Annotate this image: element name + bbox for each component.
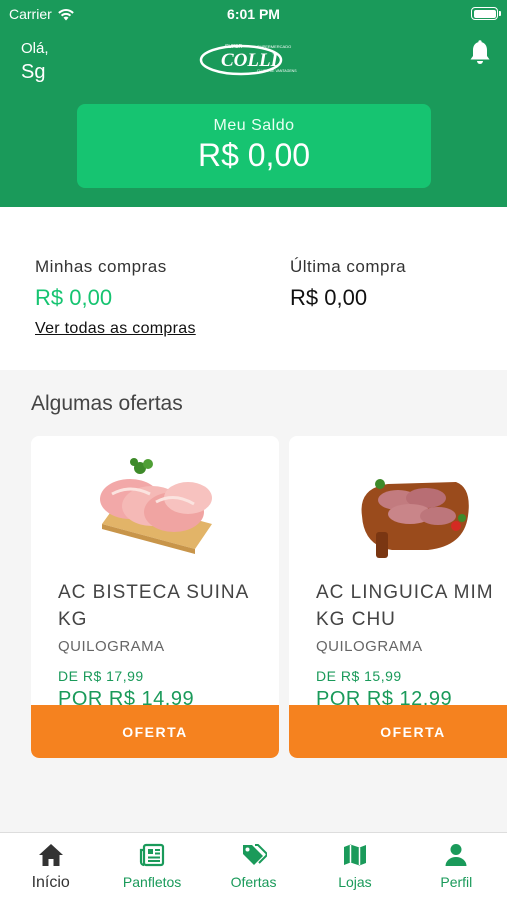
offer-card[interactable]: AC LINGUICA MIM KG CHU QUILOGRAMA DE R$ …	[289, 436, 507, 758]
my-purchases: Minhas compras R$ 0,00	[35, 257, 167, 311]
product-name: AC LINGUICA MIM KG CHU	[316, 582, 494, 630]
product-unit: QUILOGRAMA	[316, 638, 423, 655]
offer-card[interactable]: AC BISTECA SUINA KG QUILOGRAMA DE R$ 17,…	[31, 436, 279, 758]
tab-label: Panfletos	[122, 874, 182, 890]
offer-button[interactable]: OFERTA	[289, 705, 507, 758]
tab-perfil[interactable]: Perfil	[406, 833, 507, 900]
clock: 6:01 PM	[227, 6, 280, 22]
balance-value: R$ 0,00	[197, 137, 311, 173]
sausage-image	[361, 479, 469, 558]
product-unit: QUILOGRAMA	[58, 638, 165, 655]
greeting-text: Olá,	[21, 40, 49, 57]
last-purchase-value: R$ 0,00	[290, 285, 368, 310]
tab-label: Ofertas	[230, 874, 277, 890]
user-icon	[445, 844, 467, 866]
tags-icon	[242, 844, 267, 865]
logo-sub-text: CLUBE DE VANTAGENS	[257, 69, 297, 73]
old-price: DE R$ 17,99	[58, 668, 144, 684]
my-purchases-value: R$ 0,00	[35, 285, 113, 310]
tab-inicio[interactable]: Início	[0, 833, 101, 900]
offer-button[interactable]: OFERTA	[31, 705, 279, 758]
tab-label: Perfil	[440, 874, 473, 890]
old-price: DE R$ 15,99	[316, 668, 402, 684]
map-icon	[343, 844, 366, 866]
last-purchase: Última compra R$ 0,00	[290, 257, 406, 311]
product-name: AC BISTECA SUINA KG	[58, 582, 249, 630]
see-all-purchases-link[interactable]: Ver todas as compras	[35, 320, 196, 338]
notification-bell-icon[interactable]	[468, 40, 492, 66]
last-purchase-label: Última compra	[290, 257, 407, 276]
offers-section: Algumas ofertas AC BISTECA SUINA KG QUIL…	[0, 370, 507, 832]
balance-label: Meu Saldo	[213, 117, 295, 134]
tab-panfletos[interactable]: Panfletos	[101, 833, 202, 900]
pork-chop-image	[100, 458, 212, 554]
user-name: Sg	[21, 61, 46, 83]
tab-ofertas[interactable]: Ofertas	[203, 833, 304, 900]
tab-bar: Início Panfletos Ofertas Lojas Perfil	[0, 832, 507, 900]
tab-label: Início	[31, 874, 70, 891]
my-purchases-label: Minhas compras	[35, 257, 167, 276]
offers-title: Algumas ofertas	[31, 392, 183, 415]
battery-icon	[471, 7, 501, 20]
tab-lojas[interactable]: Lojas	[304, 833, 405, 900]
svg-text:SUPERMERCADO: SUPERMERCADO	[257, 44, 291, 49]
colli-logo: SUPER SUPERMERCADO COLLI CLUBE DE VANTAG…	[199, 44, 297, 76]
status-bar: Carrier 6:01 PM	[0, 0, 507, 28]
logo-text: COLLI	[221, 50, 279, 71]
greeting: Olá, Sg	[21, 40, 49, 84]
balance-card[interactable]: Meu Saldo R$ 0,00	[77, 104, 431, 188]
newspaper-icon	[140, 843, 165, 867]
header: Carrier 6:01 PM Olá, Sg SUPER SUPERMERCA…	[0, 0, 507, 207]
tab-label: Lojas	[338, 874, 372, 890]
purchase-summary: Minhas compras R$ 0,00 Última compra R$ …	[0, 207, 507, 370]
home-icon	[38, 844, 63, 866]
